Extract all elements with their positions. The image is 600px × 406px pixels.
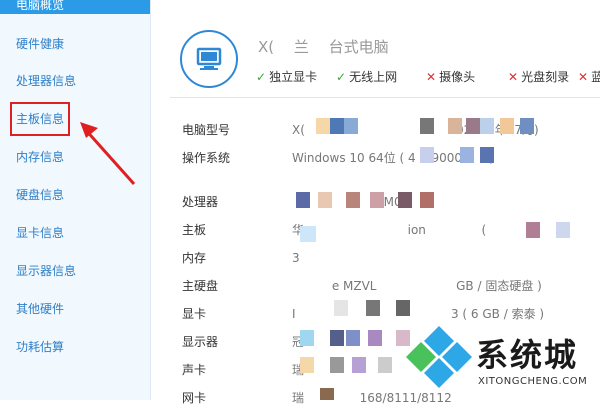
hw-value-cpu: M00 bbox=[383, 195, 410, 209]
hw-label-sound: 声卡 bbox=[182, 363, 207, 377]
sidebar-item-disk-info[interactable]: 硬盘信息 bbox=[16, 185, 64, 205]
hw-label-network: 网卡 bbox=[182, 391, 207, 405]
annotation-arrow-icon bbox=[80, 122, 136, 185]
watermark-logo-icon bbox=[406, 326, 472, 388]
sidebar-item-overview[interactable]: 电脑概览 bbox=[0, 0, 150, 14]
divider bbox=[170, 97, 600, 98]
sidebar-item-cpu-info[interactable]: 处理器信息 bbox=[16, 71, 76, 91]
sidebar-item-motherboard-info[interactable]: 主板信息 bbox=[10, 102, 71, 136]
sidebar-item-hardware-health[interactable]: 硬件健康 bbox=[16, 34, 64, 54]
sidebar-item-gpu-info[interactable]: 显卡信息 bbox=[16, 223, 64, 243]
hw-label-disk: 主硬盘 bbox=[182, 279, 219, 293]
sidebar-item-power-estimate[interactable]: 功耗估算 bbox=[16, 337, 64, 357]
hw-value-motherboard: 华 ion ( bbox=[292, 223, 518, 237]
spec-label-model: 电脑型号 bbox=[182, 123, 231, 137]
sidebar-item-other-hardware[interactable]: 其他硬件 bbox=[16, 299, 64, 319]
computer-title: X( 兰 台式电脑 bbox=[258, 38, 389, 56]
hw-label-cpu: 处理器 bbox=[182, 195, 219, 209]
hw-label-monitor: 显示器 bbox=[182, 335, 219, 349]
hw-label-memory: 内存 bbox=[182, 251, 207, 265]
feature-discrete-gpu: ✓ 独立显卡 bbox=[256, 70, 318, 84]
feature-wireless: ✓ 无线上网 bbox=[336, 70, 398, 84]
watermark-url: XITONGCHENG.COM bbox=[478, 376, 588, 387]
sidebar-item-monitor-info[interactable]: 显示器信息 bbox=[16, 261, 76, 281]
feature-bluetooth: ✕ 蓝 bbox=[578, 70, 600, 84]
hw-label-gpu: 显卡 bbox=[182, 307, 207, 321]
hw-label-motherboard: 主板 bbox=[182, 223, 207, 237]
feature-camera: ✕ 摄像头 bbox=[426, 70, 476, 84]
spec-label-os: 操作系统 bbox=[182, 151, 231, 165]
hw-value-disk: e MZVL GB / 固态硬盘 ) bbox=[292, 279, 542, 293]
watermark-text: 系统城 bbox=[476, 336, 579, 374]
hw-value-memory: 3 bbox=[292, 251, 452, 265]
computer-icon bbox=[180, 30, 238, 88]
sidebar: 电脑概览 硬件健康 处理器信息 主板信息 内存信息 硬盘信息 显卡信息 显示器信… bbox=[0, 0, 151, 400]
feature-disc-burning: ✕ 光盘刻录 bbox=[508, 70, 570, 84]
sidebar-item-memory-info[interactable]: 内存信息 bbox=[16, 147, 64, 167]
